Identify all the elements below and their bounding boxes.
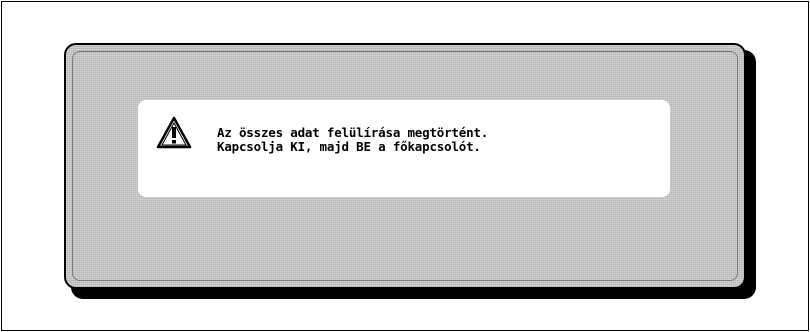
message-box: Az összes adat felülírása megtörtént. Ka…: [138, 100, 670, 197]
message-line-1: Az összes adat felülírása megtörtént.: [217, 125, 489, 140]
message-text: Az összes adat felülírása megtörtént. Ka…: [217, 126, 488, 154]
screen-frame: Az összes adat felülírása megtörtént. Ka…: [1, 1, 809, 331]
message-line-2: Kapcsolja KI, majd BE a főkapcsolót.: [217, 139, 481, 154]
warning-triangle-icon: [156, 116, 192, 150]
